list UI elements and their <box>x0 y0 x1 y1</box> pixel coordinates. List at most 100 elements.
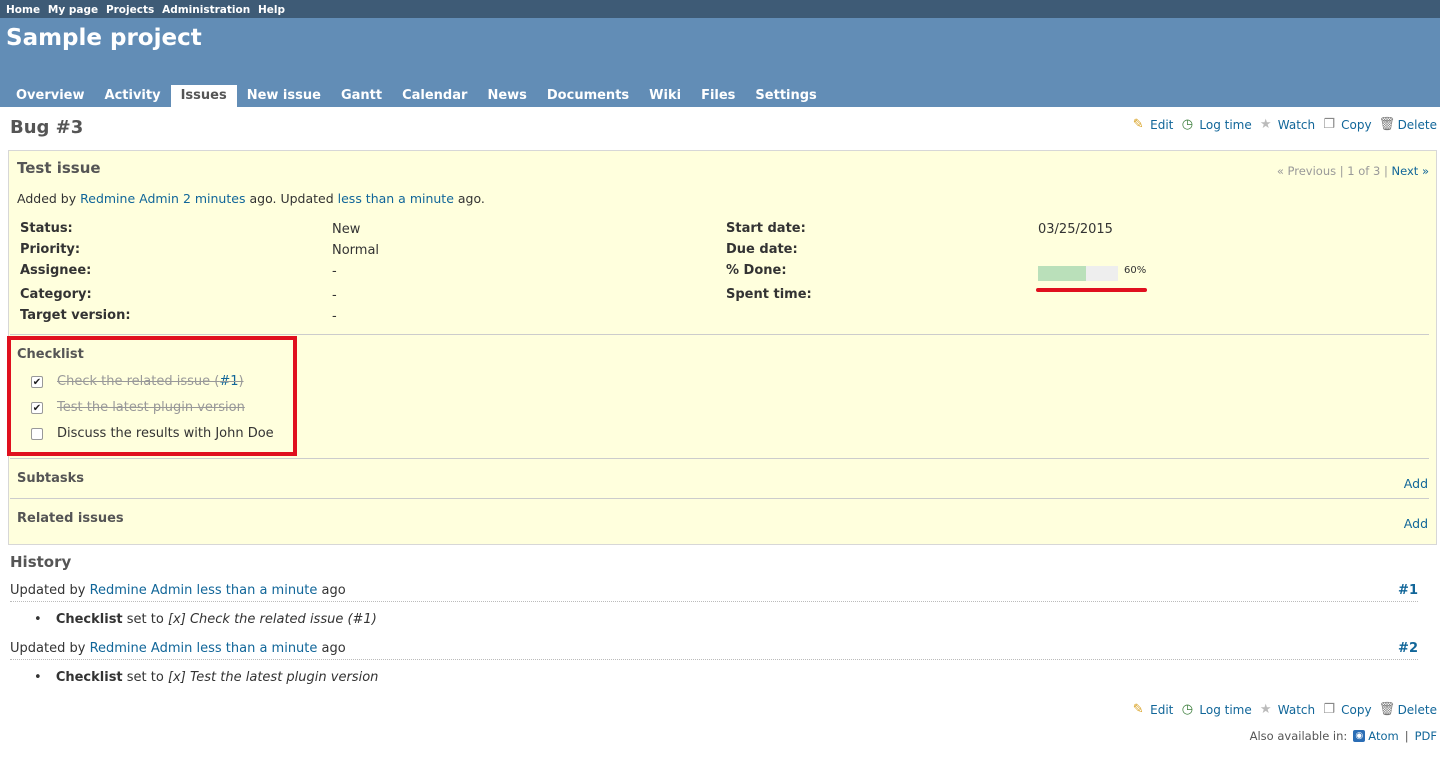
delete-label: Delete <box>1397 118 1437 132</box>
log-time-label: Log time <box>1199 118 1252 132</box>
history-title: History <box>10 553 72 571</box>
edit-button[interactable]: ✎ Edit <box>1131 117 1174 133</box>
edit-button[interactable]: ✎ Edit <box>1131 702 1174 718</box>
copy-label: Copy <box>1341 118 1372 132</box>
add-related-issue-link[interactable]: Add <box>1404 516 1428 531</box>
tab-issues[interactable]: Issues <box>170 85 237 107</box>
journal-suffix: ago <box>321 583 346 598</box>
copy-button[interactable]: ❐ Copy <box>1322 117 1372 133</box>
tab-wiki[interactable]: Wiki <box>639 85 691 107</box>
category-label: Category: <box>20 287 92 302</box>
log-time-button[interactable]: ◷ Log time <box>1180 703 1252 718</box>
priority-value: Normal <box>332 243 380 258</box>
log-time-button[interactable]: ◷ Log time <box>1180 117 1252 133</box>
assignee-label: Assignee: <box>20 263 92 278</box>
format-separator: | <box>1404 729 1409 743</box>
star-icon: ★ <box>1259 702 1272 717</box>
issue-position: 1 of 3 <box>1347 164 1381 178</box>
journal-time-link[interactable]: less than a minute <box>196 641 317 656</box>
progress-fill <box>1038 266 1086 281</box>
target-version-label: Target version: <box>20 308 131 323</box>
rss-icon: ◉ <box>1353 730 1366 742</box>
tab-settings[interactable]: Settings <box>745 85 826 107</box>
journal-set-to: set to <box>126 670 164 685</box>
trash-icon: 🗑 <box>1378 702 1396 717</box>
pdf-link[interactable]: PDF <box>1415 729 1437 743</box>
delete-button[interactable]: 🗑 Delete <box>1378 702 1437 718</box>
start-date-value: 03/25/2015 <box>1038 222 1113 237</box>
journal-field: Checklist <box>55 612 123 627</box>
tab-new-issue[interactable]: New issue <box>237 85 331 107</box>
journal-number-link[interactable]: #1 <box>1398 583 1418 598</box>
progress-bar <box>1038 266 1118 281</box>
tab-calendar[interactable]: Calendar <box>392 85 477 107</box>
edit-label: Edit <box>1150 703 1174 717</box>
journal-number-link[interactable]: #2 <box>1398 641 1418 656</box>
journal-time-link[interactable]: less than a minute <box>196 583 317 598</box>
add-subtask-link[interactable]: Add <box>1404 476 1428 491</box>
watch-label: Watch <box>1277 703 1316 717</box>
copy-icon: ❐ <box>1323 702 1335 717</box>
delete-button[interactable]: 🗑 Delete <box>1378 117 1437 133</box>
atom-link[interactable]: Atom <box>1368 729 1398 743</box>
divider <box>10 458 1429 459</box>
checklist-highlight-box <box>7 336 297 456</box>
issue-author-line: Added by Redmine Admin 2 minutes ago. Upd… <box>17 191 485 206</box>
tab-activity[interactable]: Activity <box>95 85 171 107</box>
copy-button[interactable]: ❐ Copy <box>1322 702 1372 718</box>
journal-header: Updated by Redmine Admin less than a min… <box>10 641 1418 660</box>
other-formats: Also available in: ◉ Atom | PDF <box>1250 729 1437 743</box>
journal-detail: • Checklist set to [x] Check the related… <box>34 612 377 627</box>
star-icon: ★ <box>1259 117 1272 132</box>
top-menu: Home My page Projects Administration Hel… <box>0 0 1440 18</box>
author-suffix: ago. <box>457 191 485 206</box>
tab-overview[interactable]: Overview <box>6 85 95 107</box>
trash-icon: 🗑 <box>1378 117 1396 132</box>
watch-button[interactable]: ★ Watch <box>1259 702 1316 718</box>
copy-icon: ❐ <box>1323 117 1335 132</box>
top-menu-administration[interactable]: Administration <box>162 4 250 16</box>
priority-label: Priority: <box>20 242 81 257</box>
due-date-label: Due date: <box>726 242 798 257</box>
journal-prefix: Updated by <box>10 641 86 656</box>
journal-prefix: Updated by <box>10 583 86 598</box>
clock-icon: ◷ <box>1181 117 1194 132</box>
divider <box>10 498 1429 499</box>
previous-link[interactable]: « Previous <box>1277 164 1336 178</box>
journal-author-link[interactable]: Redmine Admin <box>90 583 193 598</box>
category-value: - <box>332 288 337 303</box>
tab-news[interactable]: News <box>477 85 536 107</box>
journal-header: Updated by Redmine Admin less than a min… <box>10 583 1418 602</box>
header: Sample project Overview Activity Issues … <box>0 18 1440 107</box>
journal-author-link[interactable]: Redmine Admin <box>90 641 193 656</box>
tab-documents[interactable]: Documents <box>537 85 639 107</box>
issue-subject: Test issue <box>17 159 101 177</box>
log-time-label: Log time <box>1199 703 1252 717</box>
tab-files[interactable]: Files <box>691 85 745 107</box>
copy-label: Copy <box>1341 703 1372 717</box>
subtasks-title: Subtasks <box>17 471 85 486</box>
page-title: Bug #3 <box>10 117 84 138</box>
project-title: Sample project <box>6 25 202 51</box>
next-link[interactable]: Next » <box>1392 164 1429 178</box>
journal-detail: • Checklist set to [x] Test the latest p… <box>34 670 378 685</box>
spent-time-label: Spent time: <box>726 287 812 302</box>
pencil-icon: ✎ <box>1132 702 1144 717</box>
top-menu-my-page[interactable]: My page <box>48 4 98 16</box>
pencil-icon: ✎ <box>1132 117 1144 132</box>
delete-label: Delete <box>1397 703 1437 717</box>
watch-button[interactable]: ★ Watch <box>1259 117 1316 133</box>
issue-navigation: « Previous | 1 of 3 | Next » <box>1276 164 1429 178</box>
journal-suffix: ago <box>321 641 346 656</box>
related-issues-title: Related issues <box>17 511 124 526</box>
top-menu-projects[interactable]: Projects <box>106 4 154 16</box>
target-version-value: - <box>332 309 337 324</box>
added-ago-link[interactable]: 2 minutes <box>183 191 246 206</box>
updated-ago-link[interactable]: less than a minute <box>338 191 454 206</box>
author-prefix: Added by <box>17 191 77 206</box>
watch-label: Watch <box>1277 118 1316 132</box>
top-menu-help[interactable]: Help <box>258 4 285 16</box>
top-menu-home[interactable]: Home <box>6 4 40 16</box>
tab-gantt[interactable]: Gantt <box>331 85 392 107</box>
author-link[interactable]: Redmine Admin <box>80 191 179 206</box>
